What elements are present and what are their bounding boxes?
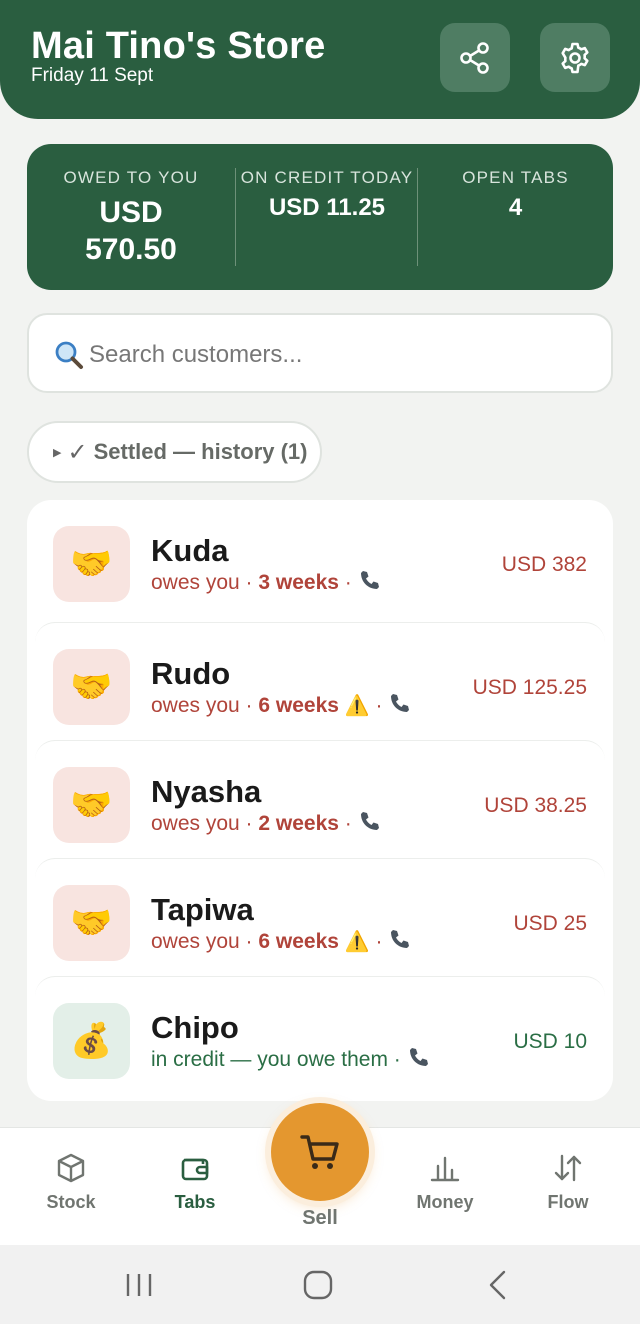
- open-tabs-value: 4: [508, 194, 523, 221]
- credit-today-stat: ON CREDIT TODAY USD 11.25: [236, 144, 418, 290]
- handshake-icon: 🤝: [53, 767, 130, 843]
- warning-icon: ⚠️: [344, 931, 370, 953]
- gear-icon: [561, 42, 589, 73]
- nav-tabs[interactable]: Tabs: [140, 1128, 250, 1246]
- customer-name: Kuda: [151, 533, 229, 568]
- handshake-icon: 🤝: [53, 526, 130, 602]
- customer-amount: USD 38.25: [484, 794, 587, 817]
- summary-card: OWED TO YOU USD 570.50 ON CREDIT TODAY U…: [27, 144, 613, 290]
- customer-status: owes you · 2 weeks ·: [151, 809, 382, 836]
- credit-today-label: ON CREDIT TODAY: [240, 168, 414, 187]
- status-text: owes you: [151, 571, 240, 594]
- header-date: Friday 11 Sept: [31, 65, 154, 86]
- nav-stock[interactable]: Stock: [16, 1128, 126, 1246]
- customer-status: owes you · 6 weeks ⚠️ ·: [151, 927, 412, 954]
- debt-age: 3 weeks: [258, 571, 339, 594]
- debt-age: 6 weeks: [258, 930, 339, 953]
- customer-row[interactable]: 💰 Chipo in credit — you owe them · USD 1…: [35, 976, 605, 1094]
- debt-age: 6 weeks: [258, 694, 339, 717]
- nav-tabs-label: Tabs: [174, 1192, 216, 1212]
- phone-icon[interactable]: [358, 809, 382, 833]
- customer-name: Tapiwa: [151, 892, 254, 927]
- owed-amount: 570.50: [85, 233, 177, 266]
- phone-icon[interactable]: [388, 927, 412, 951]
- owed-label: OWED TO YOU: [63, 168, 199, 187]
- open-tabs-label: OPEN TABS: [462, 168, 569, 187]
- customer-row[interactable]: 🤝 Rudo owes you · 6 weeks ⚠️ · USD 125.2…: [35, 622, 605, 740]
- check-icon: ✓: [67, 438, 88, 466]
- nav-money-label: Money: [416, 1192, 474, 1212]
- customer-row[interactable]: 🤝 Kuda owes you · 3 weeks · USD 382: [35, 500, 605, 618]
- settings-button[interactable]: [540, 23, 610, 92]
- open-tabs-stat: OPEN TABS 4: [418, 144, 613, 290]
- nav-flow-label: Flow: [547, 1192, 589, 1212]
- customer-status: owes you · 6 weeks ⚠️ ·: [151, 691, 412, 718]
- status-text: owes you: [151, 930, 240, 953]
- system-nav-bar: [0, 1245, 640, 1324]
- nav-stock-label: Stock: [46, 1192, 96, 1212]
- customer-amount: USD 10: [513, 1030, 587, 1053]
- owed-to-you-stat: OWED TO YOU USD 570.50: [27, 144, 235, 290]
- bar-chart-icon: [430, 1156, 460, 1182]
- store-title: Mai Tino's Store: [31, 25, 326, 67]
- recent-apps-icon[interactable]: [124, 1271, 154, 1299]
- settled-history-toggle[interactable]: ▶ ✓ Settled — history (1): [27, 421, 322, 483]
- customer-amount: USD 25: [513, 912, 587, 935]
- status-text: owes you: [151, 694, 240, 717]
- phone-icon[interactable]: [407, 1045, 431, 1069]
- expand-triangle-icon: ▶: [53, 446, 62, 459]
- status-text: in credit — you owe them: [151, 1048, 388, 1071]
- wallet-icon: [181, 1158, 209, 1181]
- money-bag-icon: 💰: [53, 1003, 130, 1079]
- customer-name: Rudo: [151, 656, 231, 691]
- customer-name: Nyasha: [151, 774, 262, 809]
- customer-status: owes you · 3 weeks ·: [151, 568, 382, 595]
- warning-icon: ⚠️: [344, 695, 370, 717]
- customer-amount: USD 125.25: [472, 676, 587, 699]
- phone-icon[interactable]: [358, 568, 382, 592]
- share-icon: [460, 41, 489, 74]
- nav-money[interactable]: Money: [390, 1128, 500, 1246]
- home-icon[interactable]: [302, 1269, 334, 1301]
- credit-today-value: USD 11.25: [268, 194, 386, 221]
- customer-list: 🤝 Kuda owes you · 3 weeks · USD 382 🤝 Ru…: [27, 500, 613, 1101]
- customer-status: in credit — you owe them ·: [151, 1045, 431, 1072]
- share-button[interactable]: [440, 23, 510, 92]
- search-bar: [27, 313, 613, 393]
- nav-sell-label: Sell: [302, 1207, 338, 1229]
- phone-icon[interactable]: [388, 691, 412, 715]
- cart-icon: [300, 1135, 339, 1169]
- sell-button[interactable]: [271, 1103, 369, 1201]
- owed-currency: USD: [99, 196, 163, 229]
- search-icon: [55, 341, 83, 369]
- customer-name: Chipo: [151, 1010, 239, 1045]
- back-icon[interactable]: [484, 1269, 512, 1301]
- owed-value: USD 570.50: [27, 194, 235, 268]
- debt-age: 2 weeks: [258, 812, 339, 835]
- app-header: Mai Tino's Store Friday 11 Sept: [0, 0, 640, 119]
- settled-label: Settled — history (1): [93, 439, 308, 464]
- customer-row[interactable]: 🤝 Nyasha owes you · 2 weeks · USD 38.25: [35, 740, 605, 858]
- customer-amount: USD 382: [501, 553, 587, 576]
- status-text: owes you: [151, 812, 240, 835]
- swap-arrows-icon: [554, 1154, 582, 1182]
- nav-flow[interactable]: Flow: [513, 1128, 623, 1246]
- box-icon: [57, 1153, 85, 1183]
- handshake-icon: 🤝: [53, 885, 130, 961]
- customer-row[interactable]: 🤝 Tapiwa owes you · 6 weeks ⚠️ · USD 25: [35, 858, 605, 976]
- handshake-icon: 🤝: [53, 649, 130, 725]
- search-input[interactable]: [89, 335, 589, 375]
